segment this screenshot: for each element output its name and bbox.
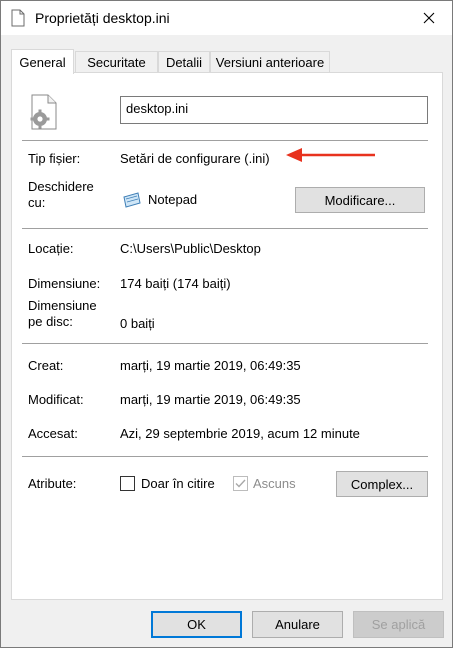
tab-security[interactable]: Securitate	[75, 51, 158, 73]
attributes-label: Atribute:	[28, 476, 77, 491]
change-button[interactable]: Modificare...	[295, 187, 425, 213]
file-type-label: Tip fișier:	[28, 151, 81, 166]
created-label: Creat:	[28, 358, 64, 373]
separator	[22, 343, 428, 344]
separator	[22, 228, 428, 229]
location-label: Locație:	[28, 241, 74, 256]
settings-file-icon	[30, 94, 57, 130]
accessed-label: Accesat:	[28, 426, 78, 441]
properties-window: Proprietăți desktop.ini General Securita…	[0, 0, 453, 648]
close-button[interactable]	[406, 1, 452, 35]
separator	[22, 140, 428, 141]
opens-with-label: Deschidere cu:	[28, 179, 94, 210]
size-value: 174 baiți (174 baiți)	[120, 276, 231, 291]
notepad-icon	[123, 192, 141, 208]
size-on-disk-label: Dimensiune pe disc:	[28, 298, 97, 329]
ok-button[interactable]: OK	[151, 611, 242, 638]
modified-value: marți, 19 martie 2019, 06:49:35	[120, 392, 301, 407]
created-value: marți, 19 martie 2019, 06:49:35	[120, 358, 301, 373]
separator	[22, 456, 428, 457]
window-title: Proprietăți desktop.ini	[35, 10, 170, 26]
readonly-checkbox[interactable]	[120, 476, 135, 491]
file-name-input[interactable]: desktop.ini	[120, 96, 428, 124]
annotation-arrow-icon	[286, 148, 375, 162]
modified-label: Modificat:	[28, 392, 84, 407]
checkmark-icon	[235, 479, 246, 488]
cancel-button[interactable]: Anulare	[252, 611, 343, 638]
tab-general[interactable]: General	[11, 49, 74, 74]
general-panel: desktop.ini Tip fișier: Setări de config…	[11, 72, 443, 600]
tab-details[interactable]: Detalii	[158, 51, 210, 73]
size-on-disk-value: 0 baiți	[120, 316, 155, 331]
advanced-button[interactable]: Complex...	[336, 471, 428, 497]
file-type-value: Setări de configurare (.ini)	[120, 151, 270, 166]
title-bar: Proprietăți desktop.ini	[1, 1, 452, 35]
hidden-label: Ascuns	[253, 476, 296, 491]
location-value: C:\Users\Public\Desktop	[120, 241, 261, 256]
apply-button[interactable]: Se aplică	[353, 611, 444, 638]
size-label: Dimensiune:	[28, 276, 101, 291]
file-icon	[11, 9, 25, 27]
readonly-label: Doar în citire	[141, 476, 215, 491]
hidden-checkbox[interactable]	[233, 476, 248, 491]
accessed-value: Azi, 29 septembrie 2019, acum 12 minute	[120, 426, 360, 441]
opens-with-app: Notepad	[148, 192, 198, 207]
close-icon	[423, 12, 435, 24]
tab-previous-versions[interactable]: Versiuni anterioare	[210, 51, 330, 73]
